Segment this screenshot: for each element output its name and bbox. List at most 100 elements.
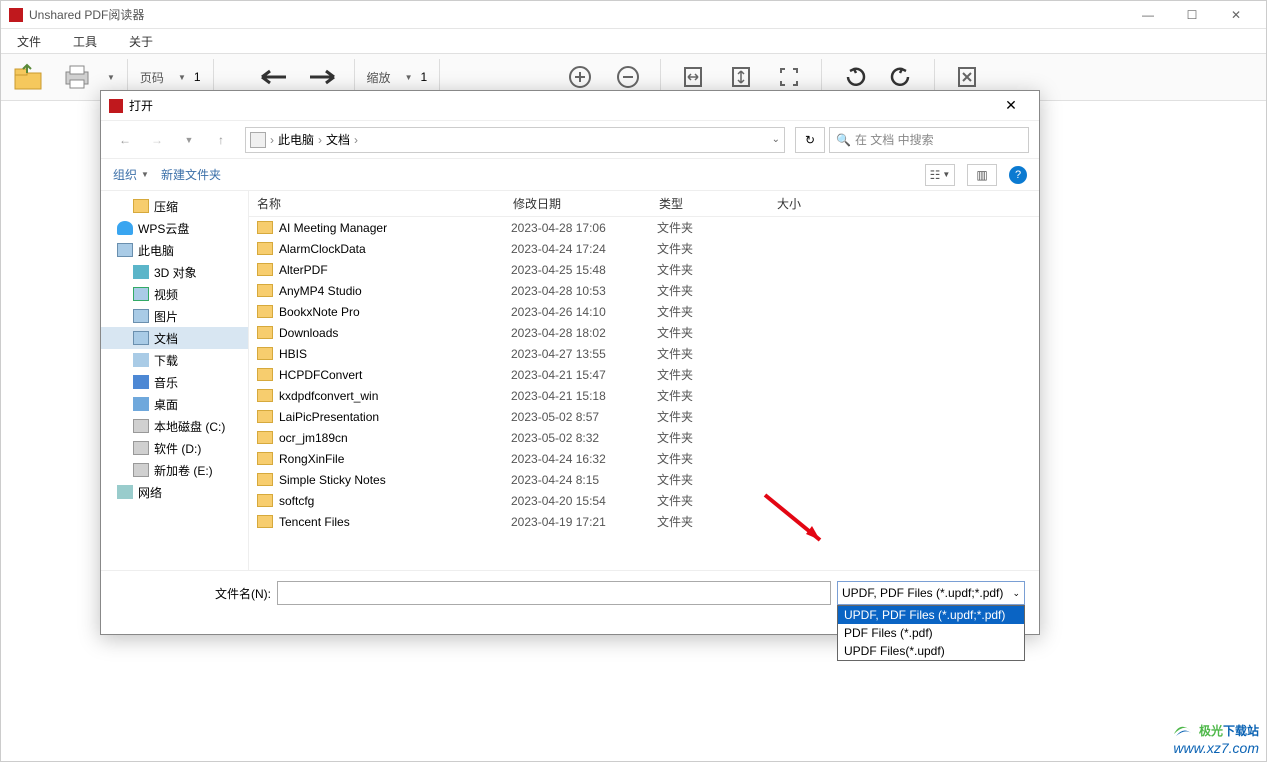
sidebar-item[interactable]: WPS云盘 [101,217,248,239]
view-mode-button[interactable]: ☷▼ [925,164,955,186]
chevron-right-icon: › [318,133,322,147]
titlebar: Unshared PDF阅读器 — ☐ ✕ [1,1,1266,29]
sidebar-item[interactable]: 网络 [101,481,248,503]
sidebar-item[interactable]: 新加卷 (E:) [101,459,248,481]
file-row[interactable]: BookxNote Pro2023-04-26 14:10文件夹 [249,301,1039,322]
open-file-dialog: 打开 ✕ ← → ▼ ↑ › 此电脑 › 文档 › ⌄ ↻ 🔍 在 文档 中搜索… [100,90,1040,635]
sidebar-item[interactable]: 此电脑 [101,239,248,261]
folder-icon [257,515,273,528]
ico-3d-icon [133,265,149,279]
nav-up-icon[interactable]: ↑ [207,126,235,154]
ico-cloud-icon [117,221,133,235]
breadcrumb-pc[interactable]: 此电脑 [278,131,314,148]
help-button[interactable]: ? [1009,166,1027,184]
folder-icon [257,242,273,255]
folder-icon [257,263,273,276]
print-icon[interactable] [57,57,97,97]
file-row[interactable]: RongXinFile2023-04-24 16:32文件夹 [249,448,1039,469]
page-value: 1 [194,70,201,84]
folder-icon [257,305,273,318]
filetype-option[interactable]: UPDF, PDF Files (*.updf;*.pdf) [838,606,1024,624]
folder-icon [257,368,273,381]
sidebar-item[interactable]: 视频 [101,283,248,305]
nav-forward-icon[interactable]: → [143,126,171,154]
breadcrumb-dropdown-icon[interactable]: ⌄ [772,134,780,145]
file-row[interactable]: AlterPDF2023-04-25 15:48文件夹 [249,259,1039,280]
preview-pane-button[interactable]: ▥ [967,164,997,186]
sidebar-item[interactable]: 音乐 [101,371,248,393]
dialog-icon [109,99,123,113]
sidebar-item[interactable]: 本地磁盘 (C:) [101,415,248,437]
sidebar-item[interactable]: 软件 (D:) [101,437,248,459]
dialog-close-button[interactable]: ✕ [991,97,1031,114]
chevron-right-icon: › [270,133,274,147]
file-row[interactable]: softcfg2023-04-20 15:54文件夹 [249,490,1039,511]
file-row[interactable]: LaiPicPresentation2023-05-02 8:57文件夹 [249,406,1039,427]
file-row[interactable]: HCPDFConvert2023-04-21 15:47文件夹 [249,364,1039,385]
col-date[interactable]: 修改日期 [505,195,651,212]
ico-music-icon [133,375,149,389]
dialog-title: 打开 [129,97,991,114]
file-row[interactable]: AlarmClockData2023-04-24 17:24文件夹 [249,238,1039,259]
file-list: 名称 修改日期 类型 大小 AI Meeting Manager2023-04-… [249,191,1039,570]
ico-disk-icon [133,419,149,433]
column-headers: 名称 修改日期 类型 大小 [249,191,1039,217]
zoom-label: 缩放 [367,69,391,86]
breadcrumb[interactable]: › 此电脑 › 文档 › ⌄ [245,127,785,153]
col-size[interactable]: 大小 [769,195,849,212]
sidebar-item[interactable]: 桌面 [101,393,248,415]
zoom-value: 1 [420,70,427,84]
nav-back-icon[interactable]: ← [111,126,139,154]
sidebar-item[interactable]: 压缩 [101,195,248,217]
filename-label: 文件名(N): [215,585,271,602]
search-icon: 🔍 [836,133,851,147]
dialog-nav: ← → ▼ ↑ › 此电脑 › 文档 › ⌄ ↻ 🔍 在 文档 中搜索 [101,121,1039,159]
sidebar-item[interactable]: 下载 [101,349,248,371]
watermark: 极光下载站 www.xz7.com [1170,719,1259,756]
file-row[interactable]: Simple Sticky Notes2023-04-24 8:15文件夹 [249,469,1039,490]
folder-icon [257,284,273,297]
search-input[interactable]: 🔍 在 文档 中搜索 [829,127,1029,153]
file-row[interactable]: Downloads2023-04-28 18:02文件夹 [249,322,1039,343]
page-dropdown-icon[interactable]: ▼ [178,73,186,82]
chevron-right-icon: › [354,133,358,147]
open-folder-icon[interactable] [9,57,49,97]
new-folder-button[interactable]: 新建文件夹 [161,166,221,183]
dialog-titlebar: 打开 ✕ [101,91,1039,121]
ico-pic-icon [133,309,149,323]
file-row[interactable]: HBIS2023-04-27 13:55文件夹 [249,343,1039,364]
file-row[interactable]: Tencent Files2023-04-19 17:21文件夹 [249,511,1039,532]
maximize-button[interactable]: ☐ [1170,2,1214,28]
col-type[interactable]: 类型 [651,195,769,212]
nav-sidebar: 压缩WPS云盘此电脑3D 对象视频图片文档下载音乐桌面本地磁盘 (C:)软件 (… [101,191,249,570]
sidebar-item[interactable]: 图片 [101,305,248,327]
breadcrumb-docs[interactable]: 文档 [326,131,350,148]
filetype-option[interactable]: UPDF Files(*.updf) [838,642,1024,660]
breadcrumb-root-icon [250,132,266,148]
menu-file[interactable]: 文件 [9,31,49,52]
menu-about[interactable]: 关于 [121,31,161,52]
minimize-button[interactable]: — [1126,2,1170,28]
col-name[interactable]: 名称 [249,195,505,212]
ico-disk-icon [133,441,149,455]
close-button[interactable]: ✕ [1214,2,1258,28]
file-row[interactable]: kxdpdfconvert_win2023-04-21 15:18文件夹 [249,385,1039,406]
filename-input[interactable] [277,581,831,605]
nav-recent-icon[interactable]: ▼ [175,126,203,154]
file-row[interactable]: ocr_jm189cn2023-05-02 8:32文件夹 [249,427,1039,448]
sidebar-item[interactable]: 文档 [101,327,248,349]
filetype-select[interactable]: UPDF, PDF Files (*.updf;*.pdf)⌄ [837,581,1025,605]
print-dropdown-icon[interactable]: ▼ [107,73,115,82]
file-row[interactable]: AnyMP4 Studio2023-04-28 10:53文件夹 [249,280,1039,301]
sidebar-item[interactable]: 3D 对象 [101,261,248,283]
folder-icon [257,452,273,465]
filetype-option[interactable]: PDF Files (*.pdf) [838,624,1024,642]
ico-net-icon [117,485,133,499]
organize-button[interactable]: 组织▼ [113,166,149,183]
folder-icon [257,431,273,444]
menu-tools[interactable]: 工具 [65,31,105,52]
zoom-dropdown-icon[interactable]: ▼ [405,73,413,82]
refresh-button[interactable]: ↻ [795,127,825,153]
file-row[interactable]: AI Meeting Manager2023-04-28 17:06文件夹 [249,217,1039,238]
ico-disk-icon [133,463,149,477]
